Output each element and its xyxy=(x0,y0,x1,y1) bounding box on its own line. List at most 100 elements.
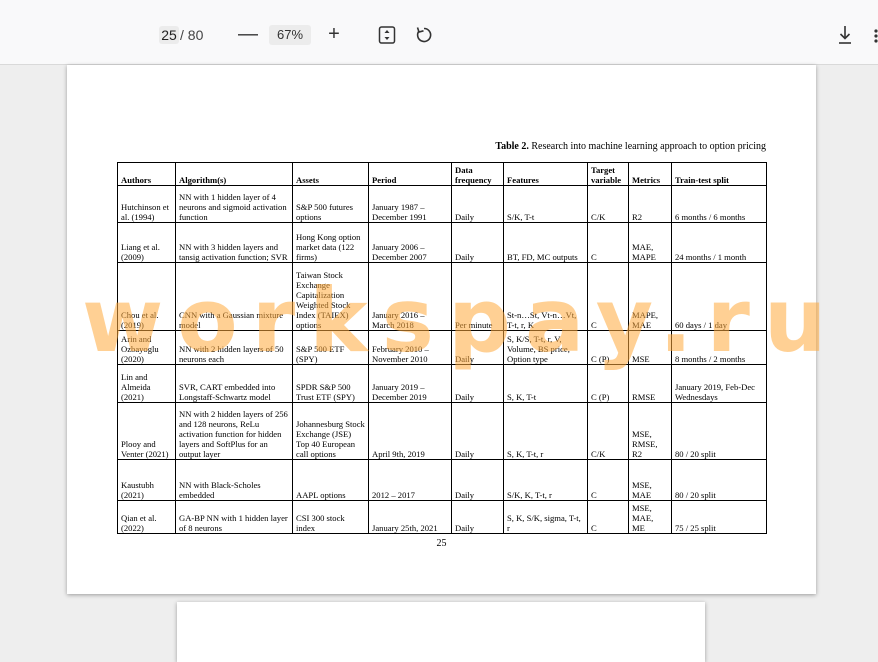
rotate-button[interactable] xyxy=(414,25,434,45)
table-cell: CNN with a Gaussian mixture model xyxy=(175,262,293,331)
table-cell: S&P 500 ETF (SPY) xyxy=(292,330,369,365)
table-cell: Arin and Ozbayoglu (2020) xyxy=(117,330,176,365)
table-cell: C xyxy=(587,222,629,263)
table-cell: NN with 3 hidden layers and tansig activ… xyxy=(175,222,293,263)
zoom-in-button[interactable]: + xyxy=(324,22,344,46)
table-cell: 60 days / 1 day xyxy=(671,262,767,331)
table-row: Arin and Ozbayoglu (2020) NN with 2 hidd… xyxy=(117,330,767,365)
table-cell: MSE, RMSE, R2 xyxy=(628,402,672,460)
zoom-out-button[interactable]: — xyxy=(238,22,258,46)
table-cell: Plooy and Venter (2021) xyxy=(117,402,176,460)
header-cell: Authors xyxy=(117,162,176,186)
table-cell: April 9th, 2019 xyxy=(368,402,452,460)
table-cell: C xyxy=(587,500,629,534)
table-cell: 2012 – 2017 xyxy=(368,459,452,501)
fit-page-button[interactable] xyxy=(378,25,396,45)
table-caption-label: Table 2. xyxy=(495,141,529,152)
table-cell: SVR, CART embedded into Longstaff-Schwar… xyxy=(175,364,293,403)
table-cell: C xyxy=(587,459,629,501)
table-row: Kaustubh (2021) NN with Black-Scholes em… xyxy=(117,459,767,501)
table-cell: 80 / 20 split xyxy=(671,459,767,501)
table-cell: Liang et al. (2009) xyxy=(117,222,176,263)
table-cell: Lin and Almeida (2021) xyxy=(117,364,176,403)
table-cell: NN with 1 hidden layer of 4 neurons and … xyxy=(175,185,293,223)
header-cell: Assets xyxy=(292,162,369,186)
table-cell: Daily xyxy=(451,364,504,403)
table-cell: January 2006 – December 2007 xyxy=(368,222,452,263)
table-cell: January 2016 – March 2018 xyxy=(368,262,452,331)
header-cell: Data frequency xyxy=(451,162,504,186)
table-cell: St-n…St, Vt-n…Vt, T-t, r, K xyxy=(503,262,588,331)
table-cell: C/K xyxy=(587,185,629,223)
table-cell: MAE, MAPE xyxy=(628,222,672,263)
table-cell: Chou et al. (2019) xyxy=(117,262,176,331)
table-cell: NN with 2 hidden layers of 256 and 128 n… xyxy=(175,402,293,460)
table-row: Liang et al. (2009) NN with 3 hidden lay… xyxy=(117,222,767,263)
pdf-toolbar: / 80 — 67% + xyxy=(0,0,878,65)
table-cell: Hong Kong option market data (122 firms) xyxy=(292,222,369,263)
table-cell: S, K, S/K, sigma, T-t, r xyxy=(503,500,588,534)
header-cell: Train-test split xyxy=(671,162,767,186)
table-cell: SPDR S&P 500 Trust ETF (SPY) xyxy=(292,364,369,403)
page-number-footer: 25 xyxy=(436,538,447,549)
table-cell: S/K, T-t xyxy=(503,185,588,223)
table-cell: Daily xyxy=(451,222,504,263)
table-cell: 6 months / 6 months xyxy=(671,185,767,223)
table-cell: January 2019 – December 2019 xyxy=(368,364,452,403)
table-row: Chou et al. (2019) CNN with a Gaussian m… xyxy=(117,262,767,331)
table-row: Lin and Almeida (2021) SVR, CART embedde… xyxy=(117,364,767,403)
table-cell: C xyxy=(587,262,629,331)
table-cell: 24 months / 1 month xyxy=(671,222,767,263)
more-icon xyxy=(874,29,878,43)
table-cell: NN with Black-Scholes embedded xyxy=(175,459,293,501)
download-icon xyxy=(839,26,851,44)
table-cell: MAPE, MAE xyxy=(628,262,672,331)
table-cell: S, K, T-t, r xyxy=(503,402,588,460)
table-row: Qian et al. (2022) GA-BP NN with 1 hidde… xyxy=(117,500,767,534)
table-cell: BT, FD, MC outputs xyxy=(503,222,588,263)
table-cell: 75 / 25 split xyxy=(671,500,767,534)
table-cell: Johannesburg Stock Exchange (JSE) Top 40… xyxy=(292,402,369,460)
table-cell: CSI 300 stock index xyxy=(292,500,369,534)
table-cell: C (P) xyxy=(587,364,629,403)
table-cell: Daily xyxy=(451,459,504,501)
table-cell: S, K/S, T-t, r, V, Volume, BS price, Opt… xyxy=(503,330,588,365)
rotate-icon xyxy=(416,27,432,43)
table-cell: AAPL options xyxy=(292,459,369,501)
table-cell: Kaustubh (2021) xyxy=(117,459,176,501)
table-cell: January 2019, Feb-Dec Wednesdays xyxy=(671,364,767,403)
table-cell: Qian et al. (2022) xyxy=(117,500,176,534)
table-row: Plooy and Venter (2021) NN with 2 hidden… xyxy=(117,402,767,460)
page-number-input[interactable] xyxy=(159,26,179,44)
table-cell: Daily xyxy=(451,500,504,534)
fit-page-icon xyxy=(378,26,396,44)
table-cell: Taiwan Stock Exchange Capitalization Wei… xyxy=(292,262,369,331)
research-table: Authors Algorithm(s) Assets Period Data … xyxy=(117,162,767,534)
header-cell: Period xyxy=(368,162,452,186)
table-cell: 80 / 20 split xyxy=(671,402,767,460)
header-cell: Target variable xyxy=(587,162,629,186)
table-cell: Hutchinson et al. (1994) xyxy=(117,185,176,223)
table-cell: NN with 2 hidden layers of 50 neurons ea… xyxy=(175,330,293,365)
next-pdf-page xyxy=(177,602,705,662)
table-row: Hutchinson et al. (1994) NN with 1 hidde… xyxy=(117,185,767,223)
table-cell: MSE, MAE xyxy=(628,459,672,501)
download-button[interactable] xyxy=(836,24,854,46)
table-cell: Per minute xyxy=(451,262,504,331)
header-cell: Algorithm(s) xyxy=(175,162,293,186)
table-cell: January 1987 – December 1991 xyxy=(368,185,452,223)
table-cell: January 25th, 2021 xyxy=(368,500,452,534)
table-cell: MSE xyxy=(628,330,672,365)
header-cell: Features xyxy=(503,162,588,186)
more-options-button[interactable] xyxy=(868,24,878,46)
zoom-level-display[interactable]: 67% xyxy=(269,25,311,45)
table-cell: GA-BP NN with 1 hidden layer of 8 neuron… xyxy=(175,500,293,534)
table-cell: Daily xyxy=(451,185,504,223)
table-header-row: Authors Algorithm(s) Assets Period Data … xyxy=(117,162,767,186)
table-cell: S&P 500 futures options xyxy=(292,185,369,223)
table-cell: Daily xyxy=(451,402,504,460)
table-cell: February 2010 – November 2010 xyxy=(368,330,452,365)
table-cell: Daily xyxy=(451,330,504,365)
table-cell: C/K xyxy=(587,402,629,460)
header-cell: Metrics xyxy=(628,162,672,186)
